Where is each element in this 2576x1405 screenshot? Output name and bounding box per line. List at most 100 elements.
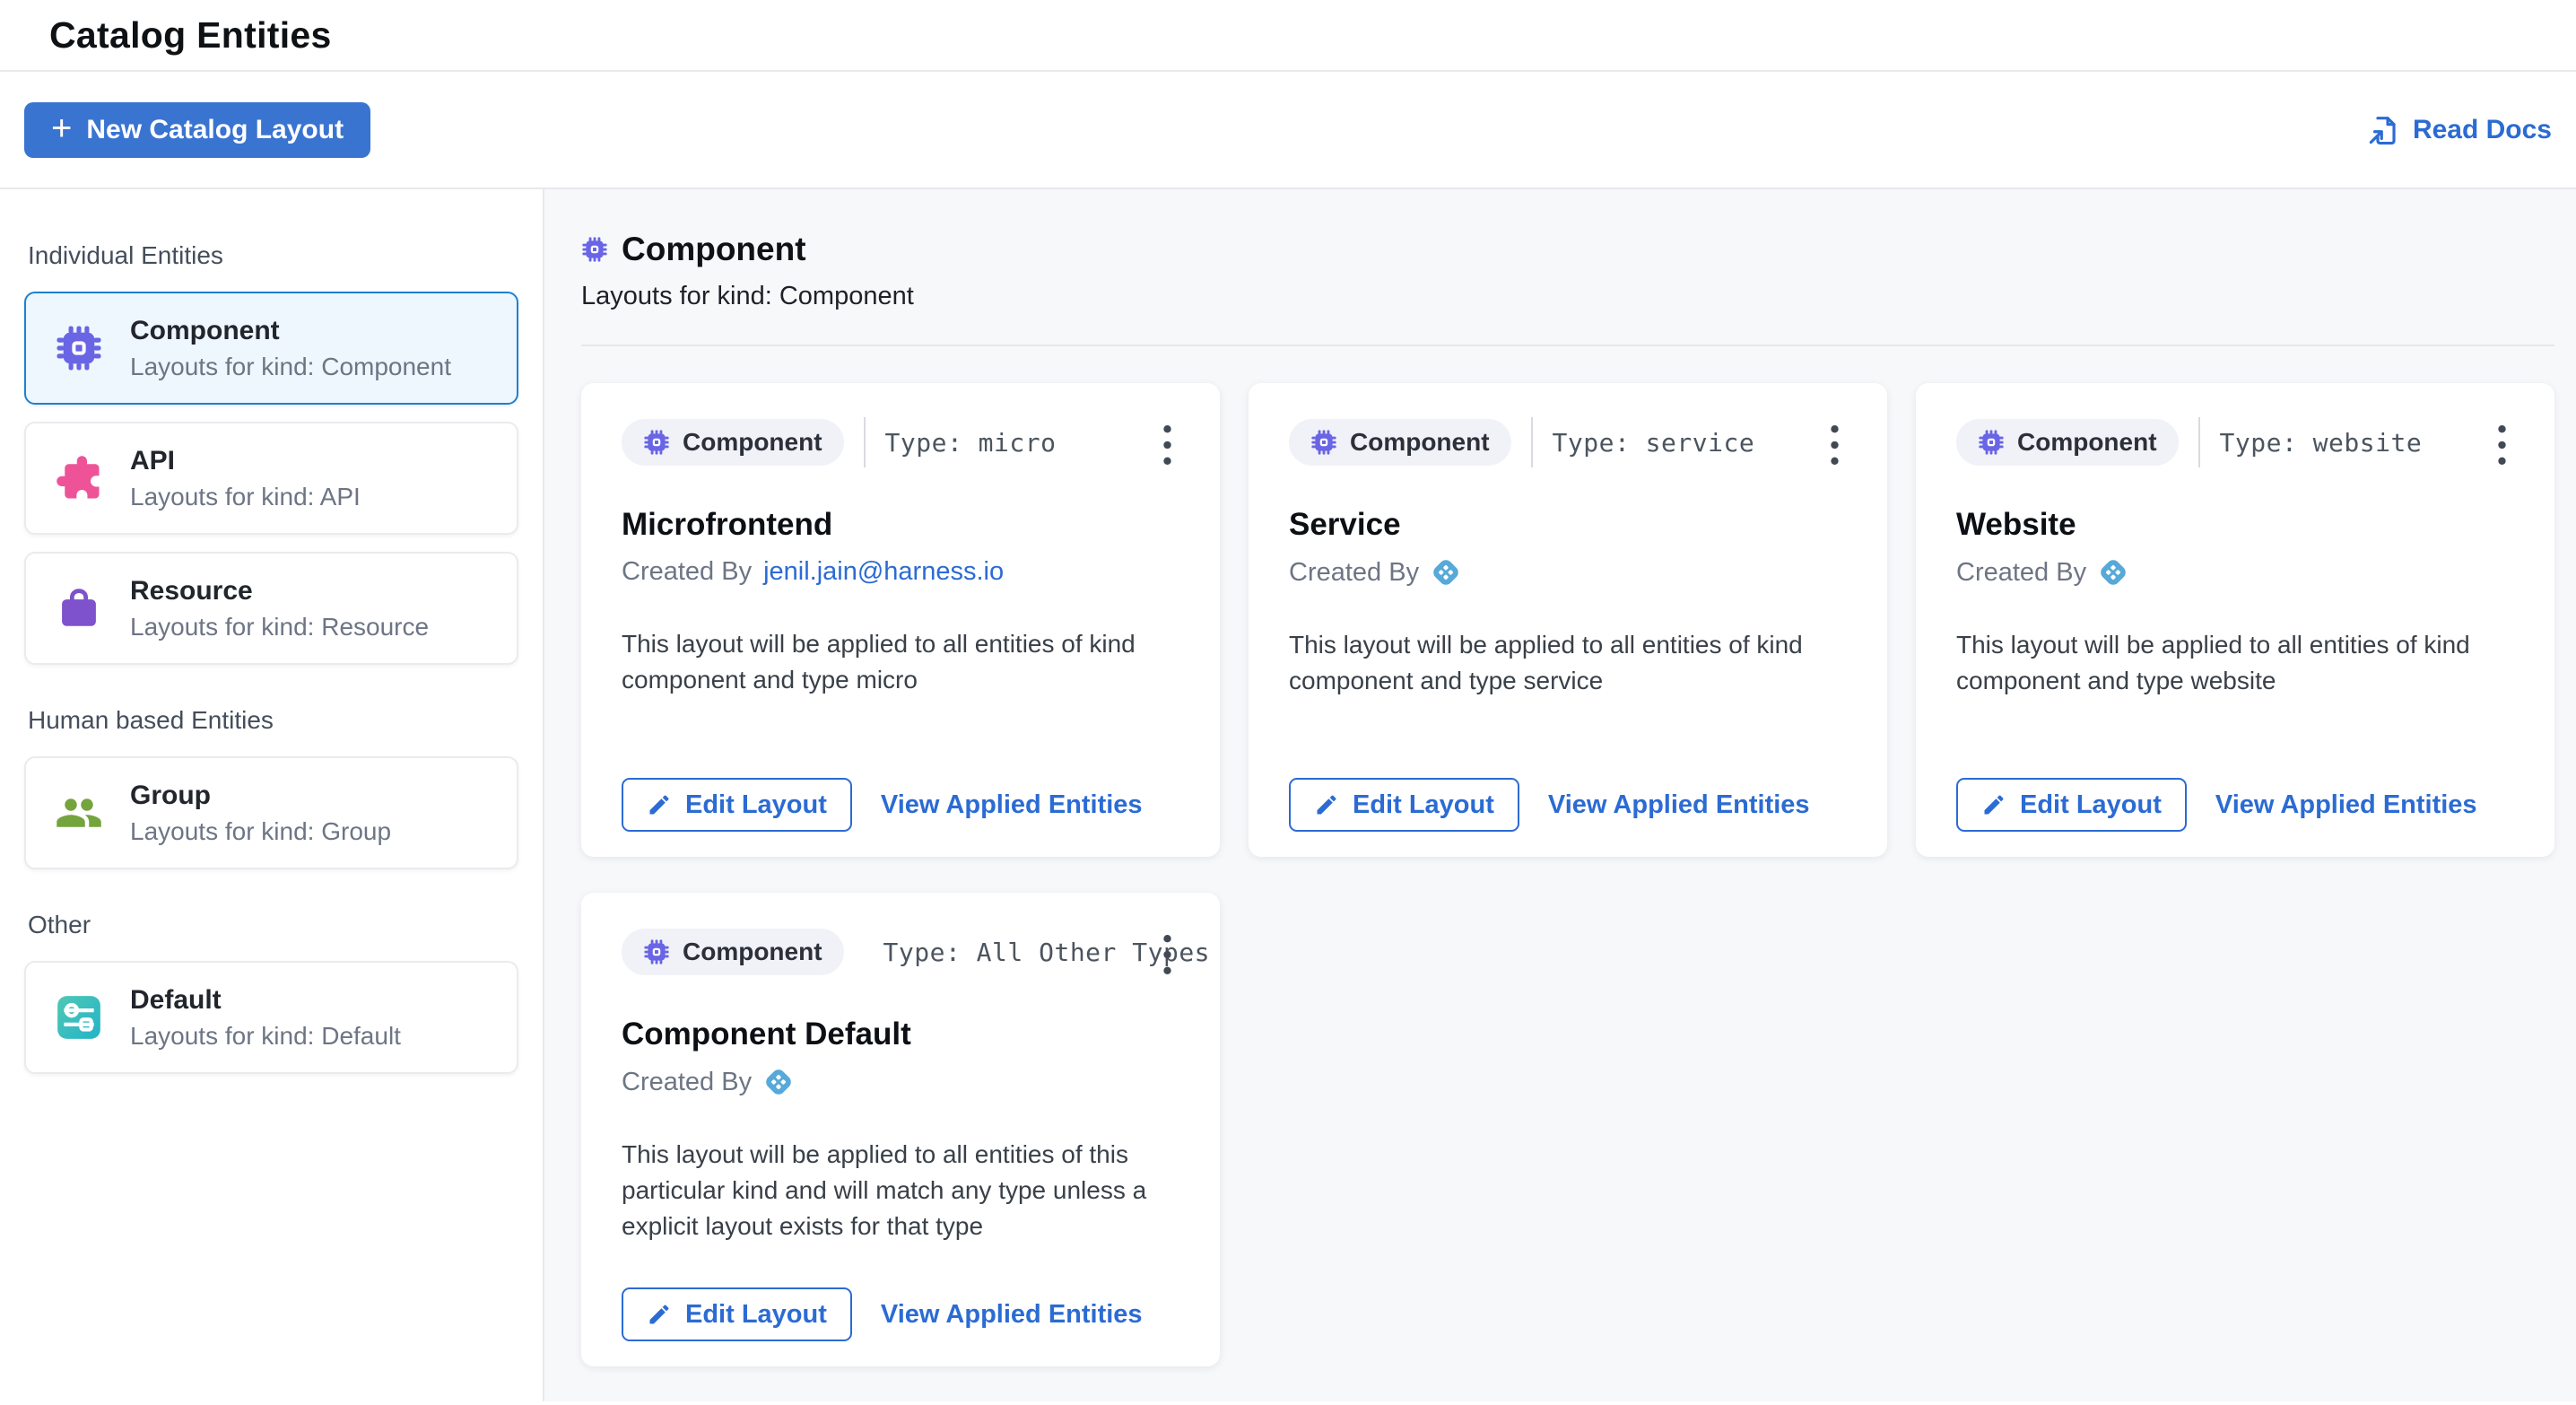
sidebar-section: Individual Entities Component Layouts fo… xyxy=(24,241,518,665)
sidebar-item-component[interactable]: Component Layouts for kind: Component xyxy=(24,292,518,405)
content-split: Individual Entities Component Layouts fo… xyxy=(0,189,2576,1401)
card-badge-row: Component Type: micro xyxy=(622,417,1179,467)
kebab-icon xyxy=(1162,424,1172,466)
kind-badge: Component xyxy=(1956,419,2179,466)
sidebar-item-api[interactable]: API Layouts for kind: API xyxy=(24,422,518,535)
sidebar-item-resource[interactable]: Resource Layouts for kind: Resource xyxy=(24,552,518,665)
card-description: This layout will be applied to all entit… xyxy=(622,626,1179,698)
edit-layout-button[interactable]: Edit Layout xyxy=(622,1287,852,1341)
chip-icon xyxy=(581,236,608,263)
created-by: Created By xyxy=(1289,557,1847,588)
sidebar-section-label: Individual Entities xyxy=(28,241,518,270)
harness-icon xyxy=(763,1067,794,1097)
kind-badge-label: Component xyxy=(1350,428,1490,457)
card-actions: Edit Layout View Applied Entities xyxy=(622,1287,1143,1341)
chip-icon xyxy=(1310,429,1337,456)
card-title: Service xyxy=(1289,507,1847,543)
edit-layout-label: Edit Layout xyxy=(1353,790,1494,820)
created-by-link[interactable]: jenil.jain@harness.io xyxy=(763,557,1004,587)
view-applied-entities-link[interactable]: View Applied Entities xyxy=(881,790,1143,820)
pencil-icon xyxy=(647,1302,672,1327)
group-icon xyxy=(55,789,103,837)
created-by: Created By xyxy=(622,1067,1179,1097)
sidebar-section-label: Other xyxy=(28,911,518,939)
edit-layout-label: Edit Layout xyxy=(2020,790,2162,820)
kebab-icon xyxy=(1162,934,1172,975)
pencil-icon xyxy=(1314,792,1339,817)
layout-card-component-default: Component Type: All Other Types Componen… xyxy=(581,893,1220,1366)
layout-card-website: Component Type: website Website Created … xyxy=(1916,383,2554,857)
read-docs-label: Read Docs xyxy=(2413,115,2552,145)
sidebar-item-subtitle: Layouts for kind: Component xyxy=(130,353,451,381)
card-actions: Edit Layout View Applied Entities xyxy=(622,778,1143,832)
badge-divider xyxy=(864,417,866,467)
created-by: Created By xyxy=(1956,557,2514,588)
edit-layout-button[interactable]: Edit Layout xyxy=(1289,778,1519,832)
sidebar-item-title: Group xyxy=(130,781,391,811)
card-menu-button[interactable] xyxy=(1146,415,1188,475)
sidebar-section: Other Default Layouts for kind: Default xyxy=(24,911,518,1074)
read-docs-link[interactable]: Read Docs xyxy=(2366,113,2552,147)
kind-heading-subtitle: Layouts for kind: Component xyxy=(581,282,2576,311)
card-description: This layout will be applied to all entit… xyxy=(622,1137,1179,1244)
created-by-label: Created By xyxy=(1956,558,2086,588)
type-label: Type: micro xyxy=(885,428,1057,458)
layout-card-microfrontend: Component Type: micro Microfrontend Crea… xyxy=(581,383,1220,857)
card-actions: Edit Layout View Applied Entities xyxy=(1956,778,2477,832)
card-menu-button[interactable] xyxy=(2481,415,2522,475)
edit-layout-button[interactable]: Edit Layout xyxy=(1956,778,2187,832)
kebab-icon xyxy=(2497,424,2507,466)
catalog-entities-page: Catalog Entities + New Catalog Layout Re… xyxy=(0,0,2576,1405)
kind-badge: Component xyxy=(622,419,844,466)
view-applied-entities-link[interactable]: View Applied Entities xyxy=(1548,790,1810,820)
kebab-icon xyxy=(1830,424,1840,466)
sidebar-item-title: Resource xyxy=(130,576,429,607)
kind-badge: Component xyxy=(622,929,844,975)
kind-badge-label: Component xyxy=(2017,428,2157,457)
sliders-icon xyxy=(55,993,103,1042)
layout-cards-grid: Component Type: micro Microfrontend Crea… xyxy=(581,383,2576,1366)
page-header: Catalog Entities xyxy=(0,0,2576,72)
edit-layout-button[interactable]: Edit Layout xyxy=(622,778,852,832)
card-actions: Edit Layout View Applied Entities xyxy=(1289,778,1810,832)
sidebar-item-default[interactable]: Default Layouts for kind: Default xyxy=(24,961,518,1074)
heading-divider xyxy=(581,345,2554,346)
puzzle-icon xyxy=(55,454,103,502)
kind-badge-label: Component xyxy=(683,428,822,457)
harness-icon xyxy=(1431,557,1461,588)
card-title: Website xyxy=(1956,507,2514,543)
chip-icon xyxy=(643,429,670,456)
created-by-label: Created By xyxy=(1289,558,1419,588)
sidebar-item-title: Default xyxy=(130,985,401,1016)
card-badge-row: Component Type: service xyxy=(1289,417,1847,467)
card-badge-row: Component Type: All Other Types xyxy=(622,927,1179,977)
page-title: Catalog Entities xyxy=(49,14,332,57)
sidebar-item-group[interactable]: Group Layouts for kind: Group xyxy=(24,756,518,869)
sidebar-item-title: Component xyxy=(130,316,451,346)
bag-icon xyxy=(55,584,103,633)
card-title: Microfrontend xyxy=(622,507,1179,543)
type-label: Type: service xyxy=(1553,428,1755,458)
sidebar-item-subtitle: Layouts for kind: Resource xyxy=(130,613,429,641)
new-catalog-layout-button[interactable]: + New Catalog Layout xyxy=(24,102,370,158)
pencil-icon xyxy=(647,792,672,817)
entity-kind-sidebar: Individual Entities Component Layouts fo… xyxy=(0,189,544,1401)
created-by-label: Created By xyxy=(622,1068,752,1097)
badge-divider xyxy=(2198,417,2200,467)
card-badge-row: Component Type: website xyxy=(1956,417,2514,467)
created-by: Created By jenil.jain@harness.io xyxy=(622,557,1179,587)
sidebar-item-subtitle: Layouts for kind: Group xyxy=(130,817,391,846)
read-docs-icon xyxy=(2366,113,2400,147)
card-description: This layout will be applied to all entit… xyxy=(1956,627,2514,699)
sidebar-section-label: Human based Entities xyxy=(28,706,518,735)
type-label: Type: website xyxy=(2220,428,2423,458)
sidebar-item-subtitle: Layouts for kind: Default xyxy=(130,1022,401,1051)
view-applied-entities-link[interactable]: View Applied Entities xyxy=(881,1300,1143,1330)
card-menu-button[interactable] xyxy=(1814,415,1855,475)
layouts-panel: Component Layouts for kind: Component Co… xyxy=(544,189,2576,1401)
card-menu-button[interactable] xyxy=(1146,925,1188,984)
card-title: Component Default xyxy=(622,1017,1179,1052)
sidebar-section: Human based Entities Group Layouts for k… xyxy=(24,706,518,869)
card-description: This layout will be applied to all entit… xyxy=(1289,627,1847,699)
view-applied-entities-link[interactable]: View Applied Entities xyxy=(2215,790,2477,820)
